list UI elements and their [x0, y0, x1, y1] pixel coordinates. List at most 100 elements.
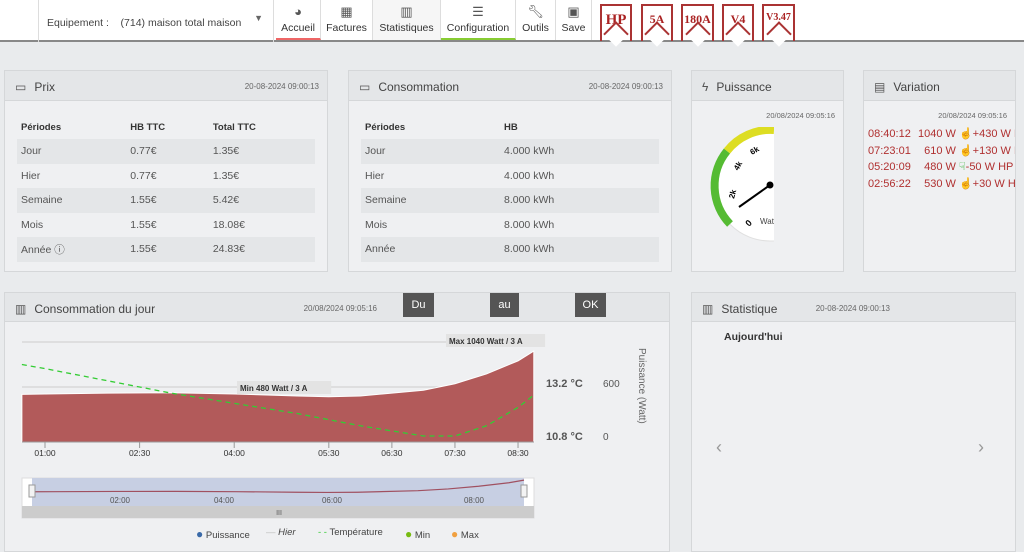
table-row: Jour4.000 kWh — [361, 139, 659, 164]
table-cell: 4.000 kWh — [504, 139, 659, 164]
variation-delta: -50 W — [966, 161, 995, 173]
variation-time: 07:23:01 — [868, 145, 911, 157]
conso-table: PériodesHBJour4.000 kWhHier4.000 kWhSema… — [361, 115, 659, 262]
panel-title: Consommation — [378, 80, 459, 94]
date-from-button[interactable]: Du — [403, 293, 434, 317]
x-tick-label: 06:30 — [381, 448, 403, 458]
dashboard-icon: ◕ — [276, 0, 320, 22]
col-header: Périodes — [17, 115, 130, 139]
nav-configuration[interactable]: ☰Configuration — [441, 0, 516, 40]
variation-row: 02:56:22 530 W ☝+30 W HP — [868, 176, 1015, 193]
legend-label: Puissance — [206, 530, 250, 541]
legend-max[interactable]: ● Max — [451, 527, 479, 541]
variation-row: 05:20:09 480 W ☟-50 W HP — [868, 159, 1015, 176]
legend-label: Température — [329, 527, 382, 538]
nav-label: Factures — [326, 22, 367, 34]
ok-button[interactable]: OK — [575, 293, 606, 317]
x-tick-label: 02:30 — [129, 448, 151, 458]
variation-delta: +430 W — [973, 128, 1011, 140]
col-header: Total TTC — [213, 115, 315, 139]
temp-axis-label: 10.8 °C — [546, 431, 583, 443]
variation-power: 480 W — [914, 159, 956, 176]
table-cell: 8.000 kWh — [504, 213, 659, 238]
variation-tarif: HP — [1008, 178, 1015, 190]
navigator-tick: 04:00 — [214, 496, 235, 505]
table-cell: 5.42€ — [213, 188, 315, 213]
info-icon[interactable]: ⓘ — [51, 244, 64, 256]
legend-puissance[interactable]: ● Puissance — [196, 527, 250, 541]
table-row: Semaine8.000 kWh — [361, 188, 659, 213]
floppy-icon: ▣ — [556, 0, 591, 22]
legend-min[interactable]: ● Min — [405, 527, 430, 541]
table-cell: Année ⓘ — [17, 237, 130, 262]
equipment-select[interactable]: Equipement : (714) maison total maison ▼ — [38, 0, 274, 42]
power-axis-label: 0 — [603, 432, 609, 443]
money-icon: ▭ — [359, 80, 370, 94]
col-header: HB TTC — [130, 115, 213, 139]
table-cell: 8.000 kWh — [504, 188, 659, 213]
variation-delta: +130 W — [973, 145, 1011, 157]
date-to-button[interactable]: au — [490, 293, 519, 317]
table-cell: 1.35€ — [213, 164, 315, 189]
consommation-panel: ▭Consommation20-08-2024 09:00:13 Période… — [348, 70, 672, 272]
variation-power: 530 W — [914, 176, 956, 193]
stat-subtitle: Aujourd'hui — [692, 322, 1015, 352]
panel-title: Statistique — [721, 302, 777, 316]
bar-chart-icon: ▥ — [373, 0, 440, 22]
badge-amperage: 5A — [641, 4, 673, 41]
nav-save[interactable]: ▣Save — [556, 0, 592, 40]
navigator-tick: 08:00 — [464, 496, 485, 505]
variation-power: 1040 W — [914, 126, 956, 143]
table-cell: 1.35€ — [213, 139, 315, 164]
panel-date: 20/08/2024 09:05:16 — [304, 304, 377, 313]
nav-statistiques[interactable]: ▥Statistiques — [373, 0, 441, 40]
table-row: Année ⓘ1.55€24.83€ — [17, 237, 315, 262]
table-row: Année8.000 kWh — [361, 237, 659, 262]
table-cell: 0.77€ — [130, 139, 213, 164]
nav-factures[interactable]: ▦Factures — [321, 0, 373, 40]
badge-firmware: V3.47 — [762, 4, 795, 41]
gauge-unit: Watt — [760, 217, 777, 226]
chevron-left-icon[interactable]: ‹ — [716, 437, 722, 458]
table-cell: 4.000 kWh — [504, 164, 659, 189]
table-cell: Semaine — [361, 188, 504, 213]
table-cell: Mois — [17, 213, 130, 238]
variation-time: 08:40:12 — [868, 128, 911, 140]
nav-accueil[interactable]: ◕Accueil — [276, 0, 321, 40]
table-row: Semaine1.55€5.42€ — [17, 188, 315, 213]
navigator-handle[interactable] — [29, 485, 35, 497]
nav-outils[interactable]: 🔧︎Outils — [516, 0, 556, 40]
equipment-value: (714) maison total maison — [121, 17, 242, 29]
table-row: Jour0.77€1.35€ — [17, 139, 315, 164]
variation-row: 08:40:12 1040 W ☝+430 W HP — [868, 126, 1015, 143]
chevron-right-icon[interactable]: › — [978, 437, 984, 458]
legend-temperature[interactable]: - - Température — [318, 527, 383, 538]
money-icon: ▭ — [15, 80, 26, 94]
bolt-icon: ϟ — [702, 80, 708, 94]
table-cell: Jour — [17, 139, 130, 164]
panel-date: 20/08/2024 09:05:16 — [692, 101, 843, 120]
prix-panel: ▭Prix20-08-2024 09:00:13 PériodesHB TTCT… — [4, 70, 328, 272]
panel-date: 20-08-2024 09:00:13 — [245, 82, 319, 91]
power-gauge: 0 2k 4k 6k Watt — [692, 127, 845, 247]
nav-label: Outils — [522, 22, 549, 34]
x-tick-label: 04:00 — [224, 448, 246, 458]
daily-chart: 01:0002:3004:0005:3006:3007:3008:30Min 4… — [0, 322, 670, 552]
table-row: Hier4.000 kWh — [361, 164, 659, 189]
variation-tarif: HP — [1014, 128, 1015, 140]
hand-up-icon: ☝ — [959, 178, 973, 190]
navigator-handle[interactable] — [521, 485, 527, 497]
variation-time: 05:20:09 — [868, 161, 911, 173]
power-axis-label: 600 — [603, 379, 620, 390]
list-icon: ▤ — [874, 80, 885, 94]
badge-version: V4 — [722, 4, 754, 41]
legend-hier[interactable]: — Hier — [266, 527, 296, 538]
legend-dash-icon: - - — [318, 527, 327, 538]
table-cell: 18.08€ — [213, 213, 315, 238]
wrench-icon: 🔧︎ — [516, 0, 555, 22]
legend-line-icon: — — [266, 527, 276, 538]
panel-title: Variation — [893, 80, 939, 94]
table-cell: Année — [361, 237, 504, 262]
table-cell: Hier — [17, 164, 130, 189]
bar-chart-icon: ▥ — [15, 302, 26, 316]
